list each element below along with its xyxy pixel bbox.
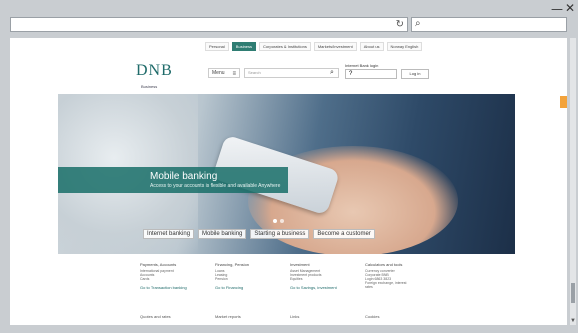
hero-subtitle: Access to your accounts is flexible and … <box>150 183 281 189</box>
web-page: Personal Business Corporates & Instituti… <box>10 38 567 325</box>
top-navigation: Personal Business Corporates & Instituti… <box>205 42 423 51</box>
login-label: Internet Bank login <box>345 63 379 68</box>
footer-heading: Calculators and tools <box>365 262 403 267</box>
footer-link[interactable]: Go to Financing <box>215 285 287 290</box>
scrollbar-thumb[interactable] <box>571 283 575 303</box>
hero-banner[interactable]: Mobile banking Access to your accounts i… <box>58 167 288 193</box>
login-button[interactable]: Log in <box>401 69 429 79</box>
quick-link-mobile-banking[interactable]: Mobile banking <box>198 229 247 239</box>
quick-links: Internet banking Mobile banking Starting… <box>143 229 375 239</box>
site-search-icon[interactable]: ⌕ <box>330 68 334 77</box>
footer-item[interactable]: Equities <box>290 277 362 281</box>
minimize-button[interactable]: — <box>551 3 563 15</box>
scroll-down-arrow-icon[interactable]: ▼ <box>570 318 576 324</box>
quick-link-starting-business[interactable]: Starting a business <box>250 229 310 239</box>
hero-title: Mobile banking <box>150 171 218 182</box>
chat-tab-icon[interactable] <box>560 96 567 108</box>
footer-item[interactable]: rates <box>365 285 437 289</box>
footer-heading: Payments, Accounts <box>140 262 177 267</box>
footer-item[interactable]: Cards <box>140 277 212 281</box>
nav-about[interactable]: About us <box>359 42 384 51</box>
dnb-logo[interactable]: DNB <box>136 62 173 80</box>
logo-subtitle: Business <box>141 84 158 89</box>
menu-button[interactable]: Menu ≡ <box>208 68 240 78</box>
footer-bottom-link[interactable]: Quotes and rates <box>140 314 171 319</box>
search-icon: ⌕ <box>415 18 421 29</box>
nav-business[interactable]: Business <box>231 42 257 51</box>
carousel-dot[interactable] <box>273 219 277 223</box>
carousel-dots <box>273 219 284 223</box>
close-button[interactable]: ✕ <box>565 2 575 14</box>
footer-column: Financing, Pension Loans Leasing Pension… <box>215 262 287 290</box>
hamburger-icon: ≡ <box>232 71 236 77</box>
footer-item[interactable]: Pension <box>215 277 287 281</box>
quick-link-become-customer[interactable]: Become a customer <box>313 229 375 239</box>
footer-link[interactable]: Go to Savings, investment <box>290 285 362 290</box>
footer-bottom-link[interactable]: Links <box>290 314 299 319</box>
footer-link[interactable]: Go to Transaction banking <box>140 285 212 290</box>
footer-column: Payments, Accounts International payment… <box>140 262 212 290</box>
refresh-icon[interactable]: ↻ <box>396 19 404 30</box>
browser-search-box[interactable]: ⌕ <box>411 17 567 32</box>
quick-link-internet-banking[interactable]: Internet banking <box>143 229 195 239</box>
footer-column: Calculators and tools Currency converter… <box>365 262 437 289</box>
nav-corporates[interactable]: Corporates & Institutions <box>259 42 311 51</box>
browser-titlebar <box>0 0 578 14</box>
footer-bottom-link[interactable]: Market reports <box>215 314 241 319</box>
site-search-input[interactable]: Search <box>244 68 339 78</box>
footer-heading: Investment <box>290 262 310 267</box>
nav-personal[interactable]: Personal <box>205 42 229 51</box>
address-bar[interactable]: ↻ <box>10 17 408 32</box>
login-method-select[interactable]: ? <box>345 69 397 79</box>
nav-language[interactable]: Norway English <box>386 42 423 51</box>
footer-heading: Financing, Pension <box>215 262 250 267</box>
nav-markets[interactable]: Markets/Investment <box>313 42 357 51</box>
carousel-dot[interactable] <box>280 219 284 223</box>
footer-column: Investment Asset Management Investment p… <box>290 262 362 290</box>
footer-bottom-link[interactable]: Cookies <box>365 314 379 319</box>
vertical-scrollbar[interactable]: ▼ <box>570 38 576 325</box>
menu-label: Menu <box>212 70 225 76</box>
